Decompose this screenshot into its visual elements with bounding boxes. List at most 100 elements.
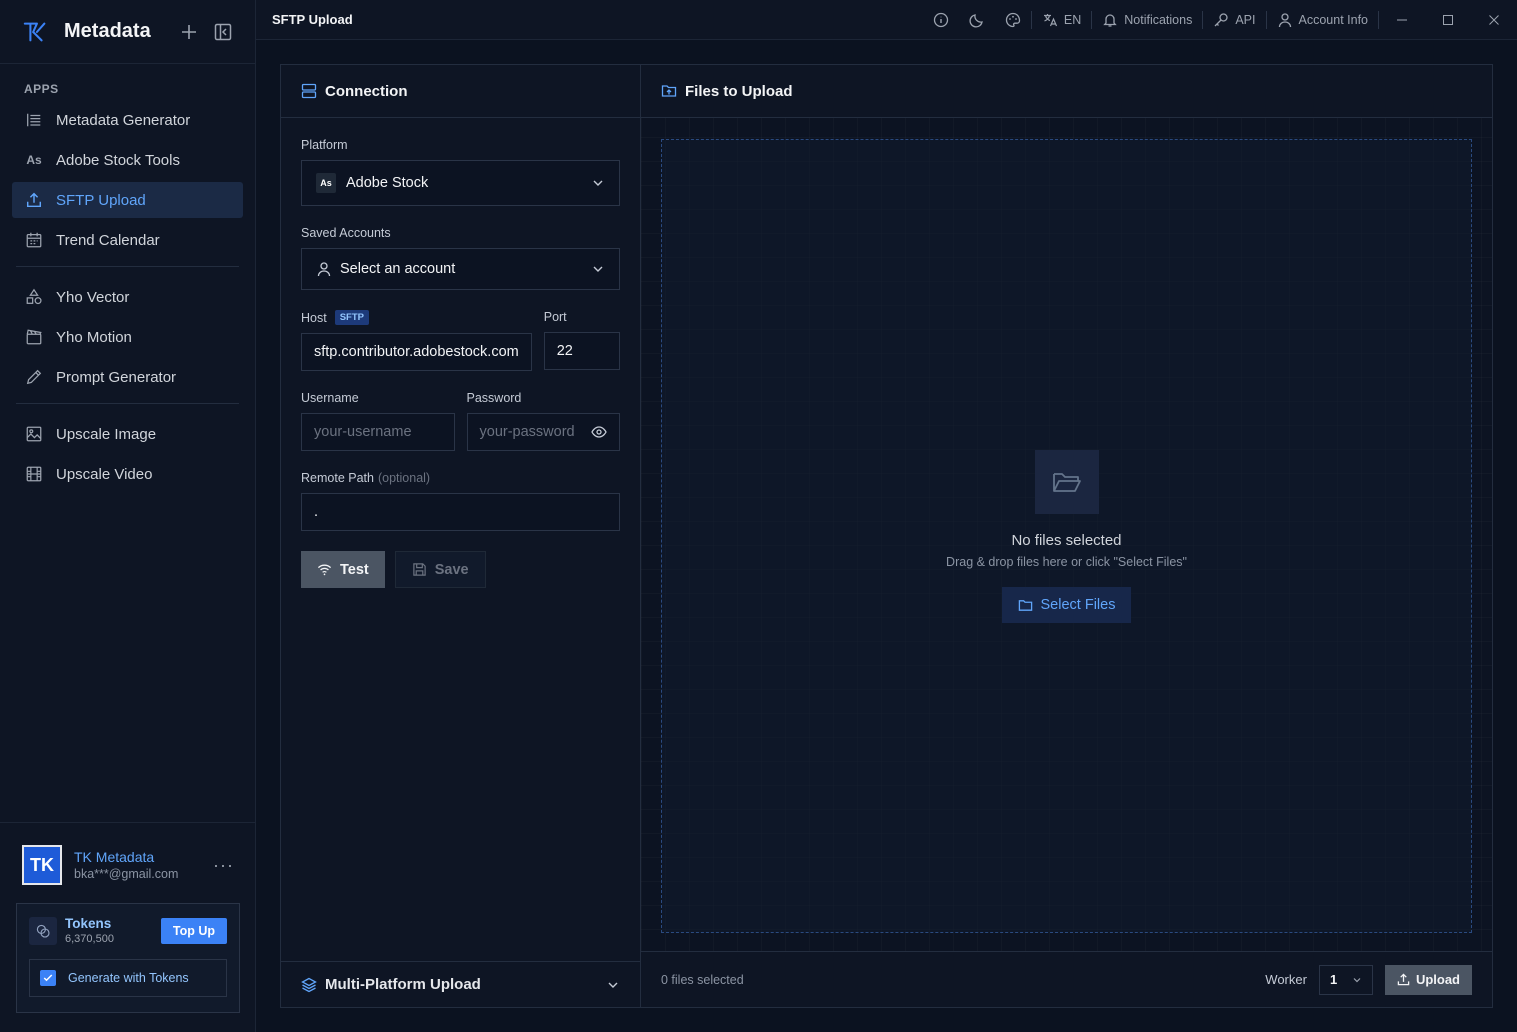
credentials-row: Username your-username Password your-pas… xyxy=(301,371,620,451)
remote-path-input[interactable]: . xyxy=(301,493,620,531)
info-button[interactable] xyxy=(923,0,959,40)
upload-icon xyxy=(1397,973,1410,986)
chevron-down-icon xyxy=(608,982,618,988)
username-group: Username your-username xyxy=(301,371,455,451)
remote-path-label: Remote Path (optional) xyxy=(301,471,620,485)
layers-icon xyxy=(301,977,317,992)
save-button[interactable]: Save xyxy=(394,551,486,588)
password-input[interactable]: your-password xyxy=(466,413,620,451)
username-label: Username xyxy=(301,391,359,405)
sidebar-item-yho-vector[interactable]: Yho Vector xyxy=(12,279,243,315)
port-label: Port xyxy=(543,310,567,324)
optional-hint: (optional) xyxy=(377,471,431,485)
user-panel: TK TK Metadata bka***@gmail.com ··· Toke… xyxy=(0,822,256,1032)
worker-select[interactable]: 1 xyxy=(1318,964,1373,995)
sidebar-item-sftp-upload[interactable]: SFTP Upload xyxy=(12,182,243,218)
multi-platform-upload-toggle[interactable]: Multi-Platform Upload xyxy=(281,961,640,1007)
checkbox-checked-icon[interactable] xyxy=(40,970,56,986)
worker-label: Worker xyxy=(1265,972,1307,987)
account-info-button[interactable]: Account Info xyxy=(1267,0,1379,40)
generate-with-tokens-label: Generate with Tokens xyxy=(68,971,189,985)
empty-title: No files selected xyxy=(1011,532,1122,549)
account-info-label: Account Info xyxy=(1298,12,1369,27)
server-icon xyxy=(301,83,317,99)
sftp-badge: SFTP xyxy=(334,310,369,325)
sidebar-item-adobe-stock-tools[interactable]: As Adobe Stock Tools xyxy=(12,142,243,178)
connection-title: Connection xyxy=(325,82,408,100)
language-label: EN xyxy=(1063,12,1082,27)
saved-accounts-label: Saved Accounts xyxy=(301,226,391,240)
avatar: TK xyxy=(22,845,62,885)
files-panel: Files to Upload No files selected Drag &… xyxy=(641,65,1492,1007)
sidebar-item-prompt-generator[interactable]: Prompt Generator xyxy=(12,359,243,395)
key-icon xyxy=(1214,12,1228,26)
generate-with-tokens-toggle[interactable]: Generate with Tokens xyxy=(29,959,227,997)
divider xyxy=(16,403,239,404)
minimize-icon[interactable] xyxy=(1379,0,1425,40)
theme-toggle-button[interactable] xyxy=(959,0,995,40)
collapse-sidebar-icon[interactable] xyxy=(213,22,233,42)
add-icon[interactable] xyxy=(179,22,199,42)
bell-icon xyxy=(1103,13,1117,27)
as-icon: As xyxy=(26,153,42,167)
chevron-down-icon xyxy=(1353,977,1361,982)
divider xyxy=(16,266,239,267)
chevron-down-icon xyxy=(593,180,603,186)
sidebar-item-metadata-generator[interactable]: Metadata Generator xyxy=(12,102,243,138)
page-title: SFTP Upload xyxy=(272,12,353,27)
connection-form: Platform As Adobe Stock Saved Accounts S… xyxy=(281,138,640,588)
sidebar-item-label: Adobe Stock Tools xyxy=(56,151,180,169)
username-input[interactable]: your-username xyxy=(301,413,455,451)
palette-button[interactable] xyxy=(995,0,1031,40)
select-files-button[interactable]: Select Files xyxy=(1001,587,1132,623)
folder-upload-icon xyxy=(661,85,677,97)
connection-header: Connection xyxy=(281,65,640,118)
drop-zone[interactable]: No files selected Drag & drop files here… xyxy=(661,139,1472,933)
brand-header: Metadata xyxy=(0,0,255,64)
folder-open-icon xyxy=(1034,450,1099,514)
section-label-apps: APPS xyxy=(24,82,59,96)
platform-value: Adobe Stock xyxy=(346,175,429,191)
clapper-icon xyxy=(24,327,44,347)
worker-value: 1 xyxy=(1329,972,1338,987)
token-row: Tokens 6,370,500 Top Up xyxy=(29,916,227,945)
password-group: Password your-password xyxy=(466,371,620,451)
sidebar-item-label: Yho Vector xyxy=(56,288,130,306)
test-label: Test xyxy=(340,561,369,578)
notifications-button[interactable]: Notifications xyxy=(1092,0,1202,40)
port-input[interactable]: 22 xyxy=(543,332,620,370)
sidebar-item-label: SFTP Upload xyxy=(56,191,146,209)
sidebar-item-yho-motion[interactable]: Yho Motion xyxy=(12,319,243,355)
sidebar-item-label: Upscale Image xyxy=(56,425,157,443)
sidebar-item-label: Prompt Generator xyxy=(56,368,177,386)
host-input[interactable]: sftp.contributor.adobestock.com xyxy=(301,333,532,371)
sidebar-item-label: Metadata Generator xyxy=(56,111,191,129)
translate-icon xyxy=(1043,13,1057,26)
tokens-count: 6,370,500 xyxy=(65,933,114,945)
sidebar-item-upscale-video[interactable]: Upscale Video xyxy=(12,456,243,492)
adobe-stock-icon: As xyxy=(316,173,336,193)
files-header: Files to Upload xyxy=(641,65,1492,118)
upload-button[interactable]: Upload xyxy=(1384,964,1472,995)
calendar-icon xyxy=(24,230,44,250)
api-button[interactable]: API xyxy=(1203,0,1265,40)
user-row[interactable]: TK TK Metadata bka***@gmail.com ··· xyxy=(0,823,256,885)
maximize-icon[interactable] xyxy=(1425,0,1471,40)
saved-accounts-value: Select an account xyxy=(340,261,456,277)
password-placeholder: your-password xyxy=(479,424,575,440)
top-up-button[interactable]: Top Up xyxy=(160,917,227,944)
language-button[interactable]: EN xyxy=(1032,0,1091,40)
saved-accounts-select[interactable]: Select an account xyxy=(301,248,620,290)
sidebar-item-label: Trend Calendar xyxy=(56,231,160,249)
sidebar-item-trend-calendar[interactable]: Trend Calendar xyxy=(12,222,243,258)
more-options-icon[interactable]: ··· xyxy=(213,855,234,876)
sidebar-item-upscale-image[interactable]: Upscale Image xyxy=(12,416,243,452)
select-files-label: Select Files xyxy=(1040,597,1116,613)
test-button[interactable]: Test xyxy=(301,551,385,588)
close-icon[interactable] xyxy=(1471,0,1517,40)
app-name: Metadata xyxy=(64,20,151,42)
files-title: Files to Upload xyxy=(685,82,793,100)
eye-icon xyxy=(591,426,607,438)
platform-select[interactable]: As Adobe Stock xyxy=(301,160,620,206)
platform-label: Platform xyxy=(301,138,348,152)
